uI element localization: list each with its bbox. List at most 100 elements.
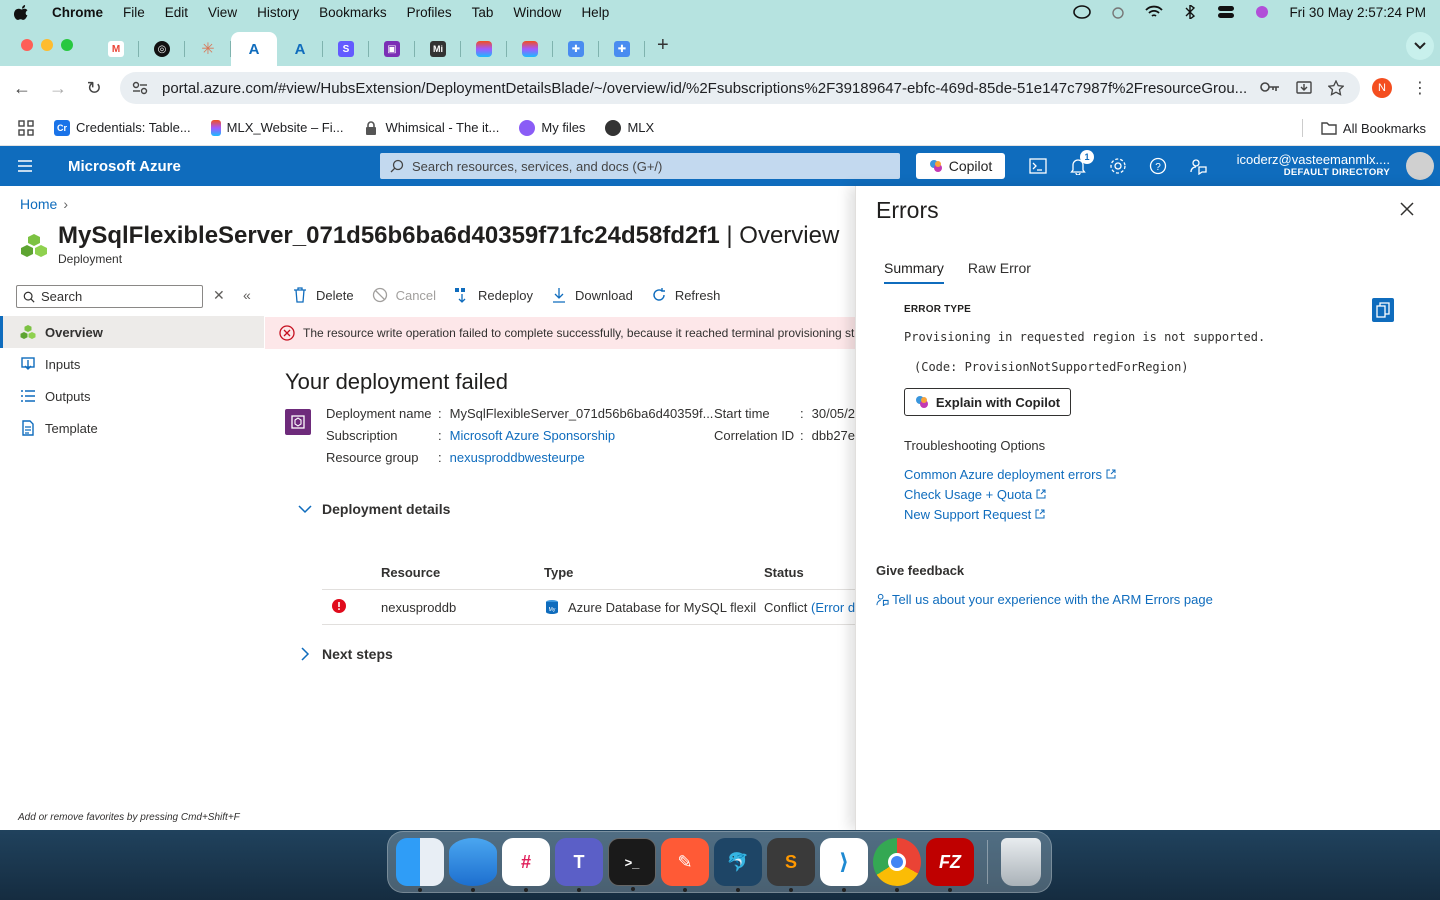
error-banner[interactable]: The resource write operation failed to c…	[265, 317, 855, 349]
refresh-button[interactable]: Refresh	[651, 287, 720, 303]
subscription-link[interactable]: Microsoft Azure Sponsorship	[450, 428, 615, 443]
tab-gmail[interactable]: M	[93, 32, 139, 66]
global-search-input[interactable]: Search resources, services, and docs (G+…	[380, 153, 900, 179]
feedback-icon[interactable]	[1188, 156, 1208, 176]
table-row[interactable]: nexusproddb My Azure Database for MySQL f…	[322, 590, 855, 625]
menu-tab[interactable]: Tab	[472, 5, 494, 20]
download-button[interactable]: Download	[551, 287, 633, 303]
bookmark-whimsical[interactable]: Whimsical - The it...	[363, 120, 499, 136]
teams-icon[interactable]: T	[555, 838, 603, 892]
menu-app-name[interactable]: Chrome	[52, 5, 103, 20]
delete-button[interactable]: Delete	[292, 287, 354, 303]
vscode-icon[interactable]: ⟩	[820, 838, 868, 892]
tab-puzzle-1[interactable]: ✚	[553, 32, 599, 66]
nav-template[interactable]: Template	[0, 412, 264, 444]
tab-claude[interactable]: ✳	[185, 32, 231, 66]
tab-search-button[interactable]	[1406, 32, 1434, 60]
col-resource[interactable]: Resource	[381, 565, 544, 580]
menu-help[interactable]: Help	[581, 5, 609, 20]
redeploy-button[interactable]: Redeploy	[454, 287, 533, 303]
chrome-menu-icon[interactable]: ⋮	[1412, 78, 1428, 98]
tab-azure-2[interactable]: A	[277, 32, 323, 66]
bookmark-mlx-website[interactable]: MLX_Website – Fi...	[210, 119, 343, 136]
control-center-icon[interactable]	[1217, 5, 1235, 19]
mysql-workbench-icon[interactable]: 🐬	[714, 838, 762, 892]
finder-icon[interactable]	[396, 838, 444, 892]
profile-avatar[interactable]: N	[1372, 78, 1392, 98]
terminal-icon[interactable]: >_	[608, 838, 656, 891]
apple-icon[interactable]	[14, 4, 30, 20]
resource-name[interactable]: nexusproddb	[381, 600, 544, 615]
tab-raw-error[interactable]: Raw Error	[968, 260, 1031, 284]
filezilla-icon[interactable]: FZ	[926, 838, 974, 892]
nav-overview[interactable]: Overview	[0, 316, 264, 348]
bluetooth-icon[interactable]	[1181, 5, 1199, 19]
portal-menu-button[interactable]	[0, 160, 50, 172]
tab-summary[interactable]: Summary	[884, 260, 944, 284]
clear-search-icon[interactable]: ✕	[213, 287, 225, 304]
error-details-link[interactable]: (Error d	[811, 600, 855, 615]
wifi-icon[interactable]	[1145, 5, 1164, 19]
password-key-icon[interactable]	[1260, 80, 1280, 94]
tab-stripe[interactable]: S	[323, 32, 369, 66]
col-status[interactable]: Status	[764, 565, 855, 580]
azure-brand[interactable]: Microsoft Azure	[68, 158, 181, 175]
nav-inputs[interactable]: Inputs	[0, 348, 264, 380]
install-app-icon[interactable]	[1296, 80, 1312, 96]
menubar-clock[interactable]: Fri 30 May 2:57:24 PM	[1289, 5, 1426, 20]
menu-edit[interactable]: Edit	[165, 5, 188, 20]
tab-openai[interactable]: ◎	[139, 32, 185, 66]
sublime-text-icon[interactable]: S	[767, 838, 815, 892]
resource-group-link[interactable]: nexusproddbwesteurpe	[450, 450, 585, 465]
account-menu[interactable]: icoderz@vasteemanmlx.... DEFAULT DIRECTO…	[1237, 152, 1390, 178]
explain-with-copilot-button[interactable]: Explain with Copilot	[904, 388, 1071, 416]
apps-grid-icon[interactable]	[18, 119, 34, 136]
help-icon[interactable]: ?	[1148, 156, 1168, 176]
tab-azure-active[interactable]: A	[231, 32, 277, 66]
bookmark-credentials[interactable]: Cr Credentials: Table...	[54, 119, 191, 136]
next-steps-toggle[interactable]: Next steps	[298, 646, 393, 662]
postman-icon[interactable]: ✎	[661, 838, 709, 892]
chrome-icon[interactable]	[873, 838, 921, 892]
address-bar[interactable]: portal.azure.com/#view/HubsExtension/Dep…	[120, 72, 1360, 104]
back-button[interactable]: ←	[4, 78, 40, 99]
link-common-errors[interactable]: Common Azure deployment errors	[904, 464, 1116, 484]
cloud-shell-icon[interactable]	[1028, 156, 1048, 176]
slack-icon[interactable]: #	[502, 838, 550, 892]
close-window-button[interactable]	[21, 39, 33, 51]
breadcrumb-home[interactable]: Home	[20, 196, 57, 212]
close-icon[interactable]	[1400, 202, 1414, 216]
collapse-menu-icon[interactable]: «	[243, 287, 251, 303]
creative-cloud-icon[interactable]	[1073, 5, 1092, 19]
user-avatar[interactable]	[1406, 152, 1434, 180]
reload-button[interactable]: ↻	[76, 78, 112, 99]
menu-view[interactable]: View	[208, 5, 237, 20]
copilot-button[interactable]: Copilot	[916, 153, 1005, 179]
menu-profiles[interactable]: Profiles	[407, 5, 452, 20]
menu-history[interactable]: History	[257, 5, 299, 20]
all-bookmarks-button[interactable]: All Bookmarks	[1301, 119, 1426, 137]
airdrop-icon[interactable]	[1109, 5, 1127, 19]
link-support-request[interactable]: New Support Request	[904, 504, 1116, 524]
tab-figma-1[interactable]	[461, 32, 507, 66]
tab-figma-2[interactable]	[507, 32, 553, 66]
url-text[interactable]: portal.azure.com/#view/HubsExtension/Dep…	[162, 80, 1252, 97]
siri-icon[interactable]	[1253, 5, 1271, 19]
tab-mi[interactable]: Mi	[415, 32, 461, 66]
col-type[interactable]: Type	[544, 565, 764, 580]
feedback-link[interactable]: Tell us about your experience with the A…	[876, 592, 1213, 607]
cancel-button[interactable]: Cancel	[372, 287, 436, 303]
menu-file[interactable]: File	[123, 5, 145, 20]
link-usage-quota[interactable]: Check Usage + Quota	[904, 484, 1116, 504]
notifications-bell-icon[interactable]: 1	[1068, 150, 1094, 176]
database-app-icon[interactable]	[449, 838, 497, 892]
tab-puzzle-2[interactable]: ✚	[599, 32, 645, 66]
bookmark-star-icon[interactable]	[1328, 80, 1344, 96]
site-settings-icon[interactable]	[132, 81, 148, 95]
forward-button[interactable]: →	[40, 78, 76, 99]
bookmark-my-files[interactable]: My files	[519, 119, 585, 136]
trash-icon[interactable]	[1001, 838, 1041, 886]
maximize-window-button[interactable]	[61, 39, 73, 51]
new-tab-button[interactable]: +	[657, 34, 669, 57]
menu-window[interactable]: Window	[513, 5, 561, 20]
